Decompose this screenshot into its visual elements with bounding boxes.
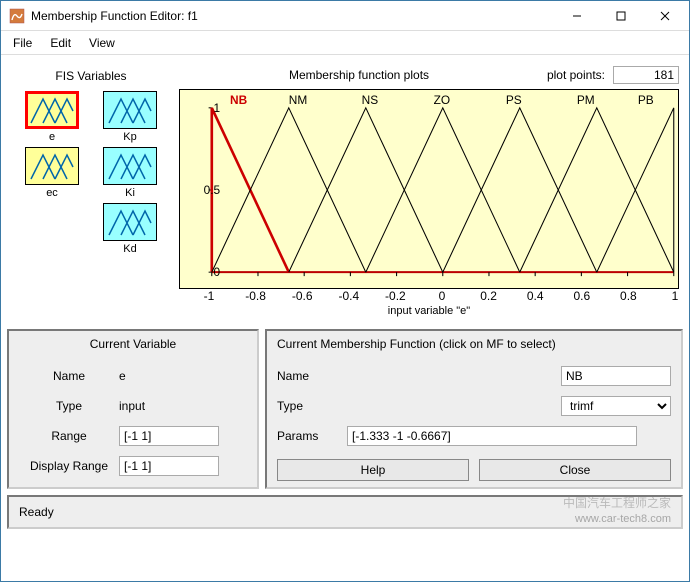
cv-title: Current Variable (19, 337, 247, 351)
cv-type-value: input (119, 399, 145, 413)
var-box-Ki[interactable] (103, 147, 157, 185)
plot-axis-label: input variable "e" (179, 305, 679, 317)
mf-type-select[interactable]: trimf (561, 396, 671, 416)
fis-variables-header: FIS Variables (11, 69, 171, 83)
var-box-e[interactable] (25, 91, 79, 129)
plot-panel: Membership function plots plot points: 0… (171, 65, 679, 321)
var-label-Ki: Ki (125, 187, 135, 199)
help-button[interactable]: Help (277, 459, 469, 481)
var-label-Kd: Kd (123, 243, 136, 255)
var-box-ec[interactable] (25, 147, 79, 185)
var-label-ec: ec (46, 187, 58, 199)
cv-name-label: Name (19, 369, 119, 383)
menu-view[interactable]: View (89, 36, 115, 50)
app-window: Membership Function Editor: f1 File Edit… (0, 0, 690, 582)
var-box-Kp[interactable] (103, 91, 157, 129)
menu-edit[interactable]: Edit (50, 36, 71, 50)
status-bar: Ready 中国汽车工程师之家 www.car-tech8.com (7, 495, 683, 529)
cv-disp-input[interactable] (119, 456, 219, 476)
minimize-button[interactable] (555, 2, 599, 30)
mf-name-label: Name (277, 369, 347, 383)
var-label-e: e (49, 131, 55, 143)
mf-name-input[interactable] (561, 366, 671, 386)
cv-range-label: Range (19, 429, 119, 443)
mf-params-input[interactable] (347, 426, 637, 446)
watermark-text-1: www.car-tech8.com (575, 513, 671, 525)
watermark-text-2: 中国汽车工程师之家 (563, 494, 671, 511)
fis-variables-panel: FIS Variables e Kp ec Ki Kd (11, 65, 171, 321)
maximize-button[interactable] (599, 2, 643, 30)
menu-file[interactable]: File (13, 36, 32, 50)
mf-type-label: Type (277, 399, 347, 413)
titlebar: Membership Function Editor: f1 (1, 1, 689, 31)
plot-area[interactable]: 00.51NBNMNSZOPSPMPB (179, 89, 679, 289)
plot-points-input[interactable] (613, 66, 679, 84)
close-button[interactable] (643, 2, 687, 30)
current-variable-panel: Current Variable Namee Typeinput Range D… (7, 329, 259, 489)
cv-disp-label: Display Range (19, 459, 119, 473)
current-mf-panel: Current Membership Function (click on MF… (265, 329, 683, 489)
plot-points-label: plot points: (539, 68, 609, 82)
mf-title: Current Membership Function (click on MF… (277, 337, 671, 351)
plot-title: Membership function plots (179, 68, 539, 82)
var-label-Kp: Kp (123, 131, 136, 143)
window-title: Membership Function Editor: f1 (31, 9, 555, 23)
cv-name-value: e (119, 369, 126, 383)
cv-range-input[interactable] (119, 426, 219, 446)
status-text: Ready (19, 505, 54, 519)
mf-params-label: Params (277, 429, 347, 443)
close-panel-button[interactable]: Close (479, 459, 671, 481)
menubar: File Edit View (1, 31, 689, 55)
app-icon (9, 8, 25, 24)
var-box-Kd[interactable] (103, 203, 157, 241)
cv-type-label: Type (19, 399, 119, 413)
